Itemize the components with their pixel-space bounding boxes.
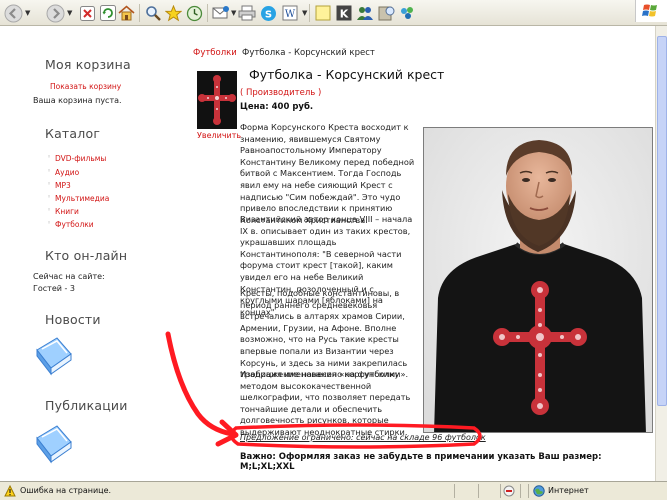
description-paragraph: Изображение нанесено на футболку методом… bbox=[240, 369, 411, 437]
security-icon[interactable] bbox=[503, 485, 515, 499]
stop-icon[interactable] bbox=[79, 3, 95, 23]
mail-icon[interactable] bbox=[212, 3, 230, 23]
zoom-link[interactable]: Увеличить bbox=[197, 131, 241, 140]
favorites-icon[interactable] bbox=[164, 3, 182, 23]
research-icon[interactable] bbox=[378, 3, 396, 23]
forward-icon[interactable] bbox=[45, 3, 65, 23]
status-divider bbox=[454, 484, 455, 498]
internet-zone-icon bbox=[533, 485, 545, 499]
status-divider bbox=[528, 484, 529, 498]
internet-zone-label: Интернет bbox=[548, 486, 589, 495]
print-icon[interactable] bbox=[238, 3, 256, 23]
svg-text:K: K bbox=[339, 8, 348, 21]
show-cart-link[interactable]: Показать корзину bbox=[50, 82, 121, 91]
catalog-item-dvd[interactable]: DVD-фильмы bbox=[47, 153, 106, 163]
mail-dropdown-icon[interactable]: ▼ bbox=[231, 9, 236, 17]
search-icon[interactable] bbox=[144, 3, 161, 23]
catalog-item-tshirts[interactable]: Футболки bbox=[47, 219, 94, 229]
news-book-icon[interactable] bbox=[33, 334, 73, 380]
toolbar-separator bbox=[139, 4, 140, 22]
catalog-heading: Каталог bbox=[45, 126, 101, 141]
description-paragraph: Кресты, подобные константиновы, в период… bbox=[240, 288, 409, 380]
status-divider bbox=[478, 484, 479, 498]
note-icon[interactable] bbox=[314, 3, 331, 23]
home-icon[interactable] bbox=[118, 3, 135, 23]
online-guests-count: Гостей - 3 bbox=[33, 284, 76, 293]
breadcrumb-current: Футболка - Корсунский крест bbox=[242, 48, 375, 58]
browser-toolbar: ▼ ▼ ▼ S W ▼ K bbox=[0, 0, 667, 26]
status-divider bbox=[520, 484, 521, 498]
product-photo bbox=[423, 127, 653, 433]
k-icon[interactable]: K bbox=[335, 3, 352, 23]
catalog-item-mp3[interactable]: MP3 bbox=[47, 180, 71, 190]
vertical-scrollbar[interactable] bbox=[655, 26, 667, 481]
back-icon[interactable] bbox=[3, 3, 23, 23]
cart-empty-text: Ваша корзина пуста. bbox=[33, 96, 122, 105]
svg-text:S: S bbox=[264, 9, 271, 20]
publications-book-icon[interactable] bbox=[33, 422, 73, 468]
forward-dropdown-icon[interactable]: ▼ bbox=[67, 9, 72, 17]
size-notice: Важно: Оформляя заказ не забудьте в прим… bbox=[240, 452, 602, 472]
windows-logo bbox=[635, 0, 667, 22]
history-icon[interactable] bbox=[185, 3, 203, 23]
catalog-item-books[interactable]: Книги bbox=[47, 206, 79, 216]
web-page: Моя корзина Показать корзину Ваша корзин… bbox=[0, 26, 655, 481]
status-divider bbox=[500, 484, 501, 498]
edit-dropdown-icon[interactable]: ▼ bbox=[302, 9, 307, 17]
status-bar: Ошибка на странице. Интернет bbox=[0, 481, 667, 500]
publications-heading: Публикации bbox=[45, 398, 128, 413]
catalog-item-audio[interactable]: Аудио bbox=[47, 167, 79, 177]
edit-icon[interactable]: W bbox=[282, 3, 300, 23]
product-thumbnail[interactable] bbox=[197, 71, 237, 129]
description-paragraph: Форма Корсунского Креста восходит к знам… bbox=[240, 122, 415, 225]
skype-icon[interactable]: S bbox=[259, 3, 277, 23]
messenger-icon[interactable] bbox=[356, 3, 374, 23]
cart-heading: Моя корзина bbox=[45, 57, 131, 72]
stock-offer-text: Предложение ограничено: сейчас на складе… bbox=[240, 433, 486, 442]
manufacturer-link[interactable]: ( Производитель ) bbox=[240, 88, 321, 98]
news-heading: Новости bbox=[45, 312, 101, 327]
online-now-label: Сейчас на сайте: bbox=[33, 272, 105, 281]
status-message: Ошибка на странице. bbox=[20, 486, 112, 495]
svg-text:W: W bbox=[285, 9, 296, 20]
breadcrumb-category-link[interactable]: Футболки bbox=[193, 48, 237, 58]
assist-icon[interactable] bbox=[399, 3, 417, 23]
toolbar-separator bbox=[207, 4, 208, 22]
product-price: Цена: 400 руб. bbox=[240, 102, 314, 112]
scrollbar-thumb[interactable] bbox=[657, 36, 667, 406]
product-title: Футболка - Корсунский крест bbox=[249, 67, 445, 82]
back-dropdown-icon[interactable]: ▼ bbox=[25, 9, 30, 17]
refresh-icon[interactable] bbox=[99, 3, 116, 23]
catalog-item-multimedia[interactable]: Мультимедиа bbox=[47, 193, 109, 203]
toolbar-separator bbox=[309, 4, 310, 22]
warning-icon[interactable] bbox=[4, 484, 16, 499]
online-heading: Кто он-лайн bbox=[45, 248, 128, 263]
